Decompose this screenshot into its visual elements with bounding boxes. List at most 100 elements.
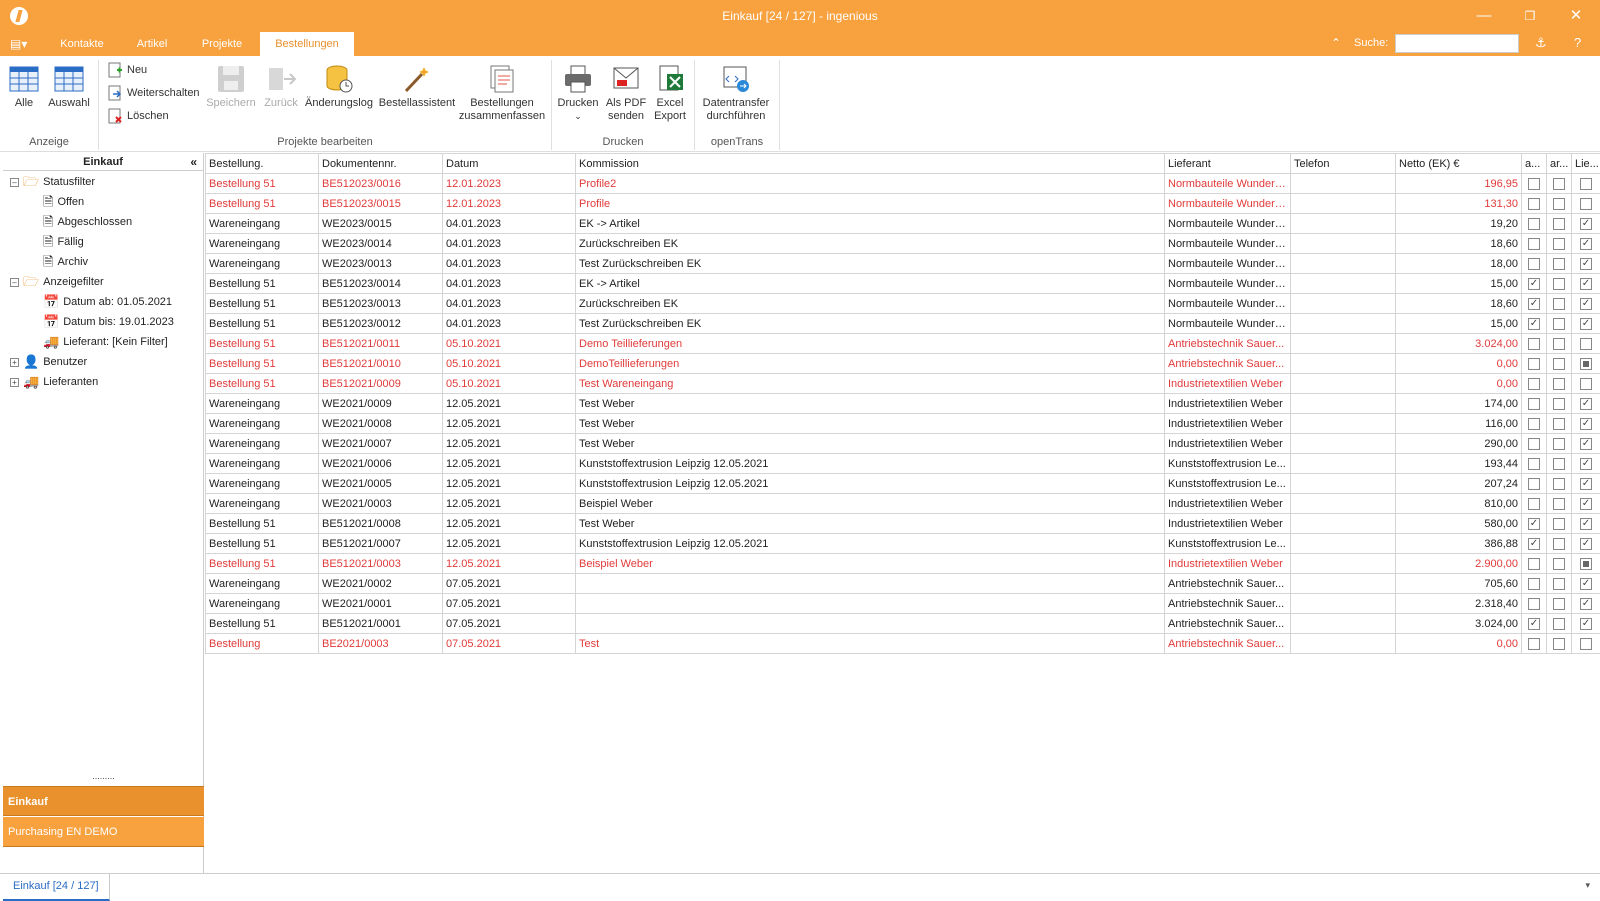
tree-node-datum-ab[interactable]: 📅 Datum ab: 01.05.2021	[43, 292, 172, 312]
table-cell[interactable]: BE512023/0013	[319, 294, 443, 314]
checkbox-unchecked[interactable]	[1528, 258, 1540, 270]
table-cell[interactable]: 04.01.2023	[443, 214, 576, 234]
app-menu-icon[interactable]: ▤▾	[10, 37, 32, 51]
checkbox-unchecked[interactable]	[1553, 438, 1565, 450]
checkbox-unchecked[interactable]	[1553, 378, 1565, 390]
table-cell[interactable]	[1291, 414, 1396, 434]
table-cell[interactable]: Kunststoffextrusion Le...	[1165, 534, 1291, 554]
table-row[interactable]: Bestellung 51BE512021/000905.10.2021Test…	[206, 374, 1600, 394]
table-cell[interactable]: Kunststoffextrusion Leipzig 12.05.2021	[576, 454, 1165, 474]
table-cell[interactable]: 12.05.2021	[443, 534, 576, 554]
checkbox-checked[interactable]: ✓	[1528, 518, 1540, 530]
checkbox-unchecked[interactable]	[1553, 458, 1565, 470]
checkbox-unchecked[interactable]	[1528, 178, 1540, 190]
table-cell[interactable]: Kunststoffextrusion Leipzig 12.05.2021	[576, 474, 1165, 494]
checkbox-unchecked[interactable]	[1553, 618, 1565, 630]
table-cell[interactable]: WE2021/0006	[319, 454, 443, 474]
table-cell[interactable]: Normbauteile Wunderli...	[1165, 234, 1291, 254]
table-cell[interactable]: Bestellung	[206, 634, 319, 654]
column-header[interactable]: Bestellung.	[206, 154, 319, 174]
table-row[interactable]: Bestellung 51BE512021/001105.10.2021Demo…	[206, 334, 1600, 354]
table-cell[interactable]: 0,00	[1396, 354, 1522, 374]
checkbox-checked[interactable]: ✓	[1580, 518, 1592, 530]
help-icon[interactable]: ?	[1574, 35, 1581, 50]
checkbox-unchecked[interactable]	[1553, 278, 1565, 290]
pane-splitter[interactable]: .........	[3, 773, 204, 779]
checkbox-unchecked[interactable]	[1553, 338, 1565, 350]
table-cell[interactable]: 12.05.2021	[443, 434, 576, 454]
table-cell[interactable]: Profile2	[576, 174, 1165, 194]
checkbox-unchecked[interactable]	[1553, 198, 1565, 210]
tree-node-anzeigefilter[interactable]: – 🗁 Anzeigefilter	[10, 272, 104, 292]
table-cell[interactable]: WE2021/0008	[319, 414, 443, 434]
aenderungslog-button[interactable]: Änderungslog	[304, 64, 374, 110]
table-cell[interactable]: WE2021/0001	[319, 594, 443, 614]
table-cell[interactable]: Bestellung 51	[206, 334, 319, 354]
checkbox-unchecked[interactable]	[1553, 418, 1565, 430]
checkbox-unchecked[interactable]	[1580, 198, 1592, 210]
table-row[interactable]: Bestellung 51BE512021/001005.10.2021Demo…	[206, 354, 1600, 374]
table-cell[interactable]: Normbauteile Wunderli...	[1165, 194, 1291, 214]
column-header[interactable]: Lieferant	[1165, 154, 1291, 174]
collapse-pane-icon[interactable]: «	[190, 153, 197, 171]
checkbox-unchecked[interactable]	[1553, 638, 1565, 650]
table-cell[interactable]	[1291, 614, 1396, 634]
table-cell[interactable]: WE2021/0007	[319, 434, 443, 454]
checkbox-unchecked[interactable]	[1553, 578, 1565, 590]
table-cell[interactable]: EK -> Artikel	[576, 274, 1165, 294]
table-cell[interactable]: 18,60	[1396, 294, 1522, 314]
table-cell[interactable]: Zurückschreiben EK	[576, 234, 1165, 254]
table-cell[interactable]: Demo Teillieferungen	[576, 334, 1165, 354]
checkbox-indeterminate[interactable]	[1580, 558, 1592, 570]
table-row[interactable]: Bestellung 51BE512021/000312.05.2021Beis…	[206, 554, 1600, 574]
checkbox-unchecked[interactable]	[1580, 178, 1592, 190]
column-header[interactable]: Kommission	[576, 154, 1165, 174]
table-cell[interactable]: WE2023/0015	[319, 214, 443, 234]
table-cell[interactable]: Bestellung 51	[206, 374, 319, 394]
table-cell[interactable]: 0,00	[1396, 374, 1522, 394]
column-header[interactable]: ar...	[1547, 154, 1572, 174]
table-cell[interactable]: Industrietextilien Weber	[1165, 394, 1291, 414]
table-cell[interactable]: 04.01.2023	[443, 314, 576, 334]
neu-button[interactable]: Neu	[107, 61, 147, 79]
table-cell[interactable]: 04.01.2023	[443, 234, 576, 254]
tab-bestellungen[interactable]: Bestellungen	[260, 32, 354, 56]
table-cell[interactable]: Test	[576, 634, 1165, 654]
table-cell[interactable]: BE2021/0003	[319, 634, 443, 654]
table-cell[interactable]: 705,60	[1396, 574, 1522, 594]
table-cell[interactable]: 04.01.2023	[443, 254, 576, 274]
column-header[interactable]: Lie...	[1572, 154, 1600, 174]
table-cell[interactable]: Test Zurückschreiben EK	[576, 254, 1165, 274]
table-row[interactable]: WareneingangWE2023/001504.01.2023EK -> A…	[206, 214, 1600, 234]
table-cell[interactable]	[1291, 574, 1396, 594]
table-cell[interactable]	[1291, 514, 1396, 534]
table-cell[interactable]: 196,95	[1396, 174, 1522, 194]
table-cell[interactable]: Kunststoffextrusion Leipzig 12.05.2021	[576, 534, 1165, 554]
table-cell[interactable]: 290,00	[1396, 434, 1522, 454]
tree-node-lieferanten[interactable]: + 🚚 Lieferanten	[10, 372, 98, 392]
table-cell[interactable]: BE512021/0003	[319, 554, 443, 574]
table-cell[interactable]: 580,00	[1396, 514, 1522, 534]
table-row[interactable]: WareneingangWE2021/000107.05.2021Antrieb…	[206, 594, 1600, 614]
table-cell[interactable]: BE512021/0007	[319, 534, 443, 554]
table-cell[interactable]: 15,00	[1396, 314, 1522, 334]
table-cell[interactable]: WE2023/0013	[319, 254, 443, 274]
checkbox-checked[interactable]: ✓	[1580, 438, 1592, 450]
table-cell[interactable]: Bestellung 51	[206, 514, 319, 534]
minimize-icon[interactable]: —	[1472, 5, 1496, 27]
table-cell[interactable]	[1291, 234, 1396, 254]
table-row[interactable]: WareneingangWE2021/000712.05.2021Test We…	[206, 434, 1600, 454]
table-cell[interactable]: Normbauteile Wunderli...	[1165, 174, 1291, 194]
table-row[interactable]: WareneingangWE2023/001404.01.2023Zurücks…	[206, 234, 1600, 254]
table-cell[interactable]: Wareneingang	[206, 394, 319, 414]
table-cell[interactable]: 07.05.2021	[443, 574, 576, 594]
table-row[interactable]: WareneingangWE2021/000912.05.2021Test We…	[206, 394, 1600, 414]
table-cell[interactable]	[576, 614, 1165, 634]
table-cell[interactable]	[1291, 534, 1396, 554]
checkbox-unchecked[interactable]	[1528, 358, 1540, 370]
tree-node-faellig[interactable]: 🗎 Fällig	[43, 232, 84, 252]
table-cell[interactable]	[1291, 454, 1396, 474]
table-cell[interactable]: WE2021/0009	[319, 394, 443, 414]
table-cell[interactable]: Bestellung 51	[206, 554, 319, 574]
table-cell[interactable]: Kunststoffextrusion Le...	[1165, 454, 1291, 474]
